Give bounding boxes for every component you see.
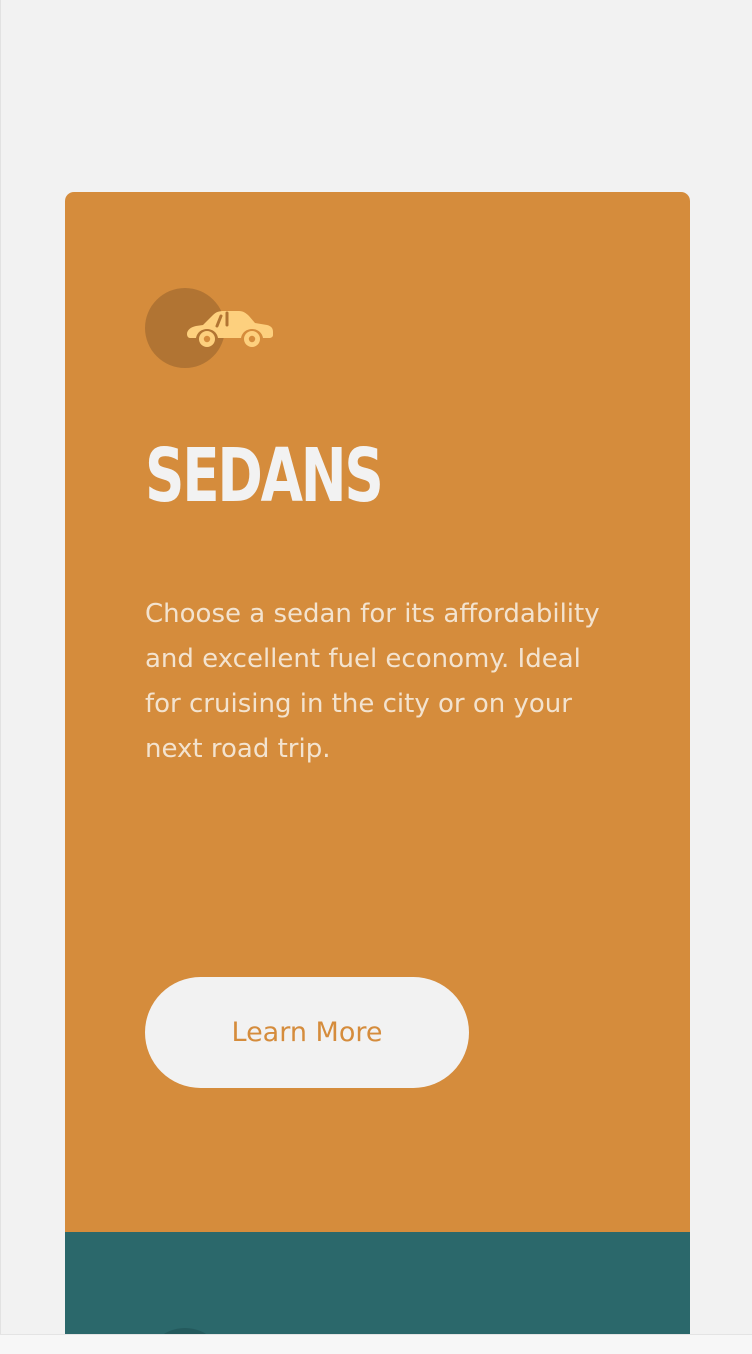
sedans-title: SEDANS [145, 433, 384, 519]
sedans-description: Choose a sedan for its affordability and… [145, 599, 600, 764]
sedan-car-icon [187, 311, 273, 347]
sedan-icon-badge [145, 288, 275, 368]
suvs-card [65, 1232, 690, 1334]
page: SEDANS Choose a sedan for its affordabil… [0, 0, 752, 1354]
viewport-edge [0, 0, 1, 1334]
learn-more-button[interactable]: Learn More [145, 977, 469, 1088]
sedans-card: SEDANS Choose a sedan for its affordabil… [65, 192, 690, 1232]
bottom-scroll-edge [0, 1334, 752, 1354]
